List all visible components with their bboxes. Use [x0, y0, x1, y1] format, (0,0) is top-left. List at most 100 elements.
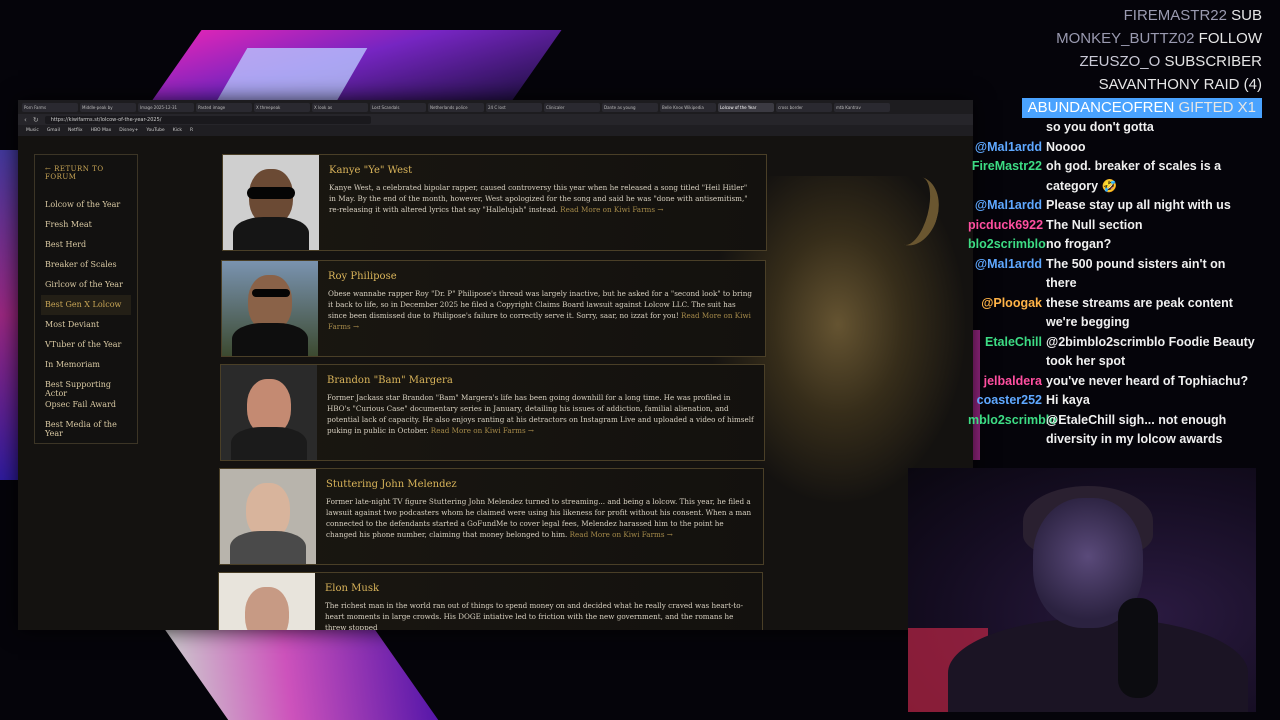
nominee-body: [231, 427, 307, 460]
chat-message: picduck6922 The Null section: [968, 216, 1268, 236]
browser-tab[interactable]: cross border: [776, 102, 832, 112]
address-bar: ‹ ↻ https://kiwifarms.st/lolcow-of-the-y…: [18, 114, 973, 125]
browser-tab[interactable]: Image 2025-12-31: [138, 102, 194, 112]
sunglasses-icon: [247, 187, 295, 199]
sidebar-item-category[interactable]: Opsec Fail Award: [41, 395, 131, 415]
browser-tab[interactable]: 24 C lost: [486, 102, 542, 112]
chat-username[interactable]: @Mal1ardd: [968, 196, 1046, 216]
browser-tab[interactable]: Clinicaler: [544, 102, 600, 112]
stream-alert: SAVANTHONY RAID (4): [1022, 73, 1262, 96]
nominee-card[interactable]: Roy Philipose Obese wannabe rapper Roy "…: [221, 260, 766, 357]
chat-text: Noooo: [1046, 139, 1086, 154]
chat-username[interactable]: picduck6922: [968, 216, 1046, 236]
browser-tab[interactable]: Belle Knox Wikipedia: [660, 102, 716, 112]
nominee-head: [245, 587, 289, 630]
nominee-body: [233, 217, 309, 250]
browser-tab[interactable]: X look as: [312, 102, 368, 112]
chat-username[interactable]: coaster252: [968, 391, 1046, 411]
browser-tab[interactable]: mtb Kantrav: [834, 102, 890, 112]
sidebar-item-category[interactable]: Girlcow of the Year: [41, 275, 131, 295]
bookmark-item[interactable]: Disney+: [119, 128, 138, 133]
return-to-forum-link[interactable]: ← RETURN TO FORUM: [41, 165, 131, 181]
nominee-photo: [222, 261, 318, 356]
bookmark-item[interactable]: YouTube: [146, 128, 164, 133]
bookmark-item[interactable]: R: [190, 128, 193, 133]
nominee-body: [232, 323, 308, 356]
nominee-name: Stuttering John Melendez: [326, 479, 457, 490]
browser-tab[interactable]: Middle-peak by: [80, 102, 136, 112]
sidebar-item-category[interactable]: Best Herd: [41, 235, 131, 255]
nominee-body: [230, 531, 306, 564]
read-more-link[interactable]: Read More on Kiwi Farms →: [570, 530, 673, 539]
bookmark-item[interactable]: Music: [26, 128, 39, 133]
alert-user: ZEUSZO_O: [1079, 53, 1161, 70]
chat-message: blo2scrimblono frogan?: [968, 235, 1268, 255]
nominee-card[interactable]: Stuttering John Melendez Former late-nig…: [219, 468, 764, 565]
sidebar-item-category[interactable]: Breaker of Scales: [41, 255, 131, 275]
nominee-card[interactable]: Brandon "Bam" Margera Former Jackass sta…: [220, 364, 765, 461]
chat-text: The Null section: [1046, 217, 1143, 232]
chat-message: coaster252 Hi kaya: [968, 391, 1268, 411]
chat-text: @EtaleChill sigh... not enough diversity…: [1046, 412, 1227, 447]
nominee-description: Kanye West, a celebrated bipolar rapper,…: [329, 183, 748, 214]
chat-text: these streams are peak content we're beg…: [1046, 295, 1233, 330]
nominee-photo: [221, 365, 317, 460]
sidebar-item-category[interactable]: In Memoriam: [41, 355, 131, 375]
sidebar-item-category[interactable]: Best Supporting Actor: [41, 375, 131, 398]
background-glitch-art: [212, 48, 368, 108]
chat-username[interactable]: @Ploogak: [968, 294, 1046, 314]
chat-username[interactable]: FireMastr22: [968, 157, 1046, 177]
nominee-card[interactable]: Kanye "Ye" West Kanye West, a celebrated…: [222, 154, 767, 251]
chat-text: you've never heard of Tophiachu?: [1046, 373, 1249, 388]
chat-text: oh god. breaker of scales is a category …: [1046, 159, 1222, 193]
bookmark-item[interactable]: Gmail: [47, 128, 60, 133]
chat-message: so you don't gotta: [968, 118, 1268, 138]
alert-type: SUB: [1231, 7, 1262, 24]
bookmark-item[interactable]: Kick: [173, 128, 182, 133]
alert-type: RAID (4): [1203, 76, 1262, 93]
bookmark-item[interactable]: Netflix: [68, 128, 83, 133]
sidebar-item-category[interactable]: Best Gen X Lolcow: [41, 295, 131, 315]
sidebar-item-category[interactable]: Lolcow of the Year: [41, 195, 131, 215]
chat-username[interactable]: @Mal1ardd: [968, 255, 1046, 275]
sidebar-item-category[interactable]: Best Media of the Year: [41, 415, 131, 438]
nominee-card[interactable]: Elon Musk The richest man in the world r…: [218, 572, 763, 630]
browser-tab[interactable]: Dante as young: [602, 102, 658, 112]
nominee-name: Elon Musk: [325, 583, 380, 594]
browser-tab[interactable]: Porn Farms: [22, 102, 78, 112]
background-glitch-art: [0, 150, 18, 480]
chat-username[interactable]: EtaleChill: [968, 333, 1046, 353]
browser-tab[interactable]: Netherlands police: [428, 102, 484, 112]
browser-tab[interactable]: X threepeak: [254, 102, 310, 112]
chat-text: Hi kaya: [1046, 393, 1090, 407]
nominee-description: Former Jackass star Brandon "Bam" Marger…: [327, 393, 754, 435]
browser-tab[interactable]: Lost Scandals: [370, 102, 426, 112]
chat-username[interactable]: blo2scrimblo: [968, 235, 1046, 255]
chat-username[interactable]: jelbaldera: [968, 372, 1046, 392]
background-glitch-art: [161, 625, 439, 720]
nominee-photo: [223, 155, 319, 250]
browser-tab[interactable]: Pasted image: [196, 102, 252, 112]
sidebar-item-category[interactable]: VTuber of the Year: [41, 335, 131, 355]
url-field[interactable]: https://kiwifarms.st/lolcow-of-the-year-…: [44, 115, 371, 124]
chat-message: @Mal1ardd Noooo: [968, 138, 1268, 158]
chat-username[interactable]: @Mal1ardd: [968, 138, 1046, 158]
chat-message: mblo2scrimblo@EtaleChill sigh... not eno…: [968, 411, 1268, 450]
alert-type: GIFTED X1: [1178, 99, 1256, 116]
browser-tab[interactable]: Lolcow of the Year: [718, 102, 774, 112]
web-page: ← RETURN TO FORUM Lolcow of the Year Fres…: [18, 136, 973, 630]
read-more-link[interactable]: Read More on Kiwi Farms →: [431, 426, 534, 435]
chat-text: no frogan?: [1046, 237, 1112, 251]
sidebar-item-category[interactable]: Most Deviant: [41, 315, 131, 335]
chat-username[interactable]: mblo2scrimblo: [968, 411, 1057, 431]
sidebar-item-category[interactable]: Fresh Meat: [41, 215, 131, 235]
nominee-description: The richest man in the world ran out of …: [325, 601, 744, 630]
nominee-name: Kanye "Ye" West: [329, 165, 413, 176]
bookmark-item[interactable]: HBO Max: [91, 128, 112, 133]
back-icon[interactable]: ‹: [24, 116, 27, 124]
reload-icon[interactable]: ↻: [33, 116, 39, 124]
alert-user: FIREMASTR22: [1123, 7, 1227, 24]
stream-alerts: FIREMASTR22 SUB MONKEY_BUTTZ02 FOLLOW ZEUS…: [1021, 4, 1262, 118]
read-more-link[interactable]: Read More on Kiwi Farms →: [560, 205, 663, 214]
sunglasses-icon: [252, 289, 290, 297]
